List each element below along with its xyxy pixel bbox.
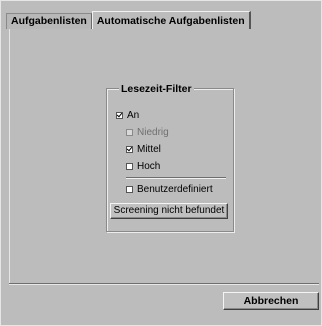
dialog-window: Aufgabenlisten Automatische Aufgabenlist… — [0, 0, 322, 326]
tab-bar: Aufgabenlisten Automatische Aufgabenlist… — [6, 11, 251, 29]
checkbox-hoch[interactable] — [126, 163, 133, 170]
checkbox-label-niedrig: Niedrig — [137, 127, 169, 138]
group-separator — [126, 177, 226, 179]
tab-content-panel: Lesezeit-Filter An Niedrig Mittel Hoch B… — [9, 29, 320, 283]
checkbox-row-an[interactable]: An — [116, 109, 139, 122]
checkbox-label-hoch: Hoch — [137, 161, 161, 172]
checkbox-mittel[interactable] — [126, 146, 133, 153]
checkbox-row-mittel[interactable]: Mittel — [126, 143, 161, 156]
checkbox-label-mittel: Mittel — [137, 144, 161, 155]
checkbox-niedrig — [126, 129, 133, 136]
cancel-button[interactable]: Abbrechen — [223, 292, 319, 310]
checkbox-label-benutzerdefiniert: Benutzerdefiniert — [137, 184, 213, 195]
checkbox-row-niedrig: Niedrig — [126, 126, 169, 139]
lesezeit-filter-group: Lesezeit-Filter An Niedrig Mittel Hoch B… — [106, 83, 234, 232]
panel-bottom-divider — [9, 283, 319, 285]
checkbox-benutzerdefiniert[interactable] — [126, 186, 133, 193]
checkbox-label-an: An — [127, 110, 140, 121]
checkbox-row-benutzerdefiniert[interactable]: Benutzerdefiniert — [126, 183, 213, 196]
group-title: Lesezeit-Filter — [119, 83, 194, 95]
tab-automatische-aufgabenlisten[interactable]: Automatische Aufgabenlisten — [91, 11, 251, 29]
screening-nicht-befundet-button[interactable]: Screening nicht befundet — [110, 203, 228, 219]
tab-aufgabenlisten[interactable]: Aufgabenlisten — [6, 13, 92, 29]
checkbox-an[interactable] — [116, 112, 123, 119]
checkbox-row-hoch[interactable]: Hoch — [126, 160, 160, 173]
